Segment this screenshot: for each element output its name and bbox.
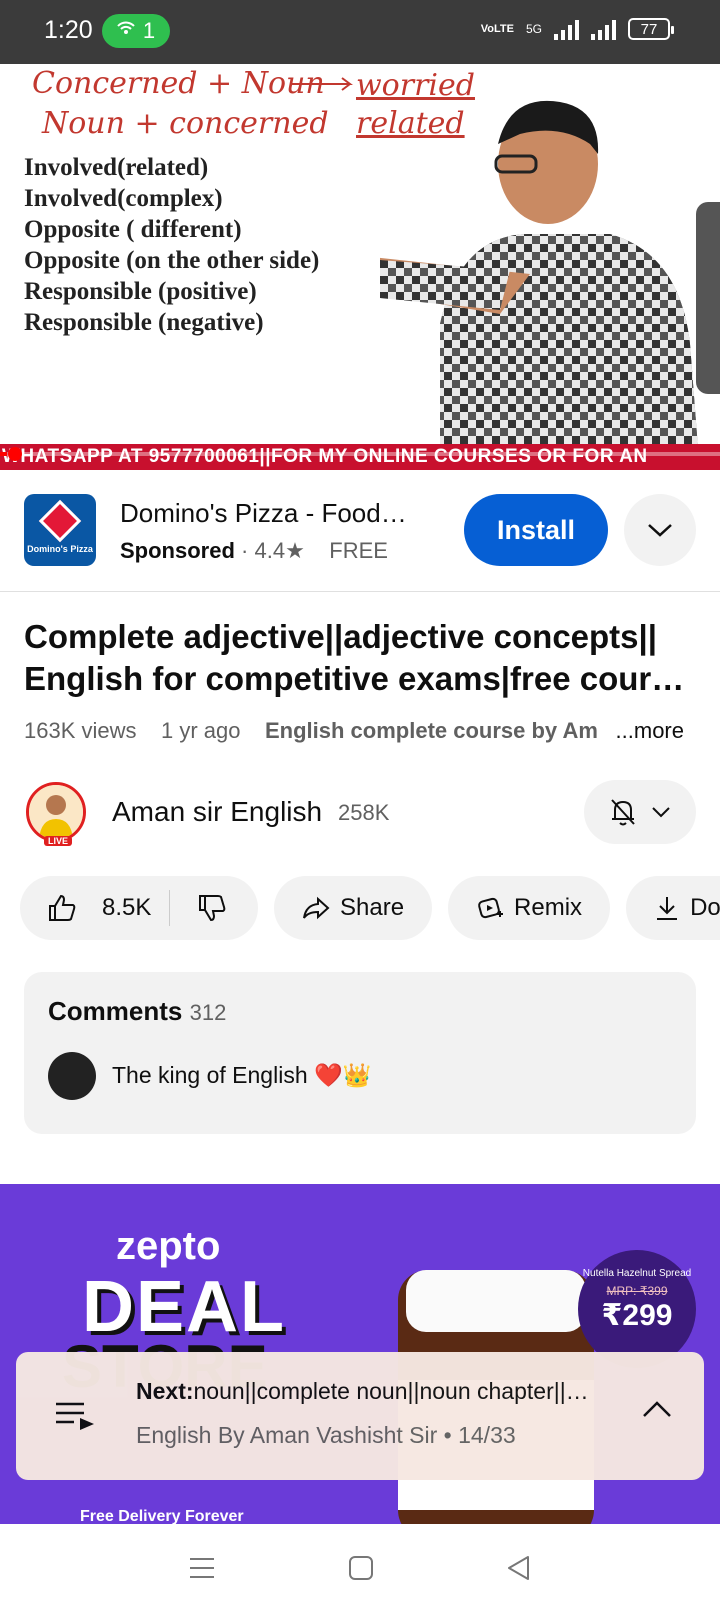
system-nav-bar (0, 1524, 720, 1612)
ad-rating: 4.4★ (254, 538, 305, 563)
thumbs-down-icon[interactable] (196, 892, 228, 924)
home-icon[interactable] (348, 1555, 374, 1581)
remix-button[interactable]: Remix (448, 876, 611, 940)
bell-off-icon (611, 799, 635, 826)
player-side-controls[interactable] (696, 202, 720, 394)
remix-icon (478, 897, 504, 919)
download-button[interactable]: Dow (626, 876, 720, 940)
more-link[interactable]: ...more (609, 718, 684, 744)
thumbs-up-icon[interactable] (46, 892, 78, 924)
board-line: Responsible (negative) (24, 309, 264, 336)
hotspot-icon (117, 18, 135, 44)
notification-button[interactable] (584, 780, 696, 844)
comments-header: Comments 312 (48, 996, 226, 1027)
video-scrubber[interactable] (8, 447, 22, 461)
top-comment: The king of English ❤️👑 (112, 1062, 372, 1088)
view-count: 163K views (24, 718, 137, 743)
comments-count: 312 (189, 1000, 227, 1025)
live-badge: LIVE (44, 836, 73, 846)
avatar-image (29, 785, 83, 839)
jar-lid (406, 1270, 586, 1332)
next-up-title: Next:noun||complete noun||noun chapter||… (136, 1378, 616, 1405)
screen: 1:20 1 VoLTE 5G 77 Concerned + Noun Noun… (0, 0, 720, 1612)
recent-apps-icon[interactable] (188, 1556, 216, 1580)
share-button[interactable]: Share (274, 876, 433, 940)
board-line: Opposite ( different) (24, 216, 242, 243)
upload-age: 1 yr ago (161, 718, 241, 743)
board-line: Responsible (positive) (24, 278, 257, 305)
zepto-logo: zepto (116, 1224, 221, 1268)
next-up-video-title: noun||complete noun||noun chapter||… (193, 1378, 589, 1404)
download-icon (657, 897, 678, 920)
signal-icon (554, 18, 579, 40)
like-dislike-group: 8.5K (20, 876, 258, 940)
hotspot-indicator: 1 (102, 14, 170, 48)
ad-meta: Sponsored · 4.4★ FREE (120, 538, 388, 563)
playlist-icon (56, 1402, 94, 1430)
video-tag: English complete course by Am (264, 718, 598, 743)
download-label: Dow (690, 894, 720, 921)
like-count[interactable]: 8.5K (102, 894, 151, 922)
teacher-figure (380, 100, 700, 470)
back-icon[interactable] (506, 1555, 532, 1581)
chevron-down-icon (648, 524, 672, 537)
status-time: 1:20 (44, 16, 93, 44)
subscriber-count: 258K (338, 800, 390, 825)
channel-avatar[interactable] (26, 782, 86, 842)
video-player[interactable]: Concerned + Noun Noun + concerned worrie… (0, 64, 720, 470)
ad-title: Domino's Pizza - Food… (120, 498, 407, 528)
signal-icon-2 (591, 18, 616, 40)
price-badge: Nutella Hazelnut Spread MRP: ₹399 ₹299 (578, 1250, 696, 1368)
next-up-prefix: Next: (136, 1378, 194, 1404)
commenter-avatar (48, 1052, 96, 1100)
comments-card[interactable]: Comments 312 The king of English ❤️👑 (24, 972, 696, 1134)
battery-level: 77 (640, 20, 658, 38)
chevron-down-icon (652, 807, 670, 818)
channel-name[interactable]: Aman sir English (112, 796, 322, 828)
video-progress-bar[interactable] (0, 447, 720, 461)
action-bar: 8.5K Share Remix Dow (20, 876, 720, 940)
product-name: Nutella Hazelnut Spread (582, 1268, 692, 1279)
chevron-up-icon[interactable] (640, 1398, 674, 1422)
ad-logo-text: Domino's Pizza (27, 544, 93, 554)
board-line: Opposite (on the other side) (24, 247, 320, 274)
share-icon (303, 896, 330, 920)
next-up-bar[interactable]: Next:noun||complete noun||noun chapter||… (16, 1352, 704, 1480)
network-label: 5G (525, 22, 542, 36)
battery-icon: 77 (628, 18, 674, 40)
sponsored-ad[interactable]: Domino's Pizza Domino's Pizza - Food… Sp… (0, 470, 720, 592)
handwriting-2: Noun + concerned (42, 106, 329, 141)
remix-label: Remix (514, 894, 583, 921)
product-price: ₹299 (601, 1299, 673, 1332)
volte-label: VoLTE (480, 23, 514, 35)
divider (169, 890, 171, 926)
product-mrp: MRP: ₹399 (606, 1284, 668, 1298)
dominos-logo-icon (38, 499, 82, 543)
board-text: Involved(related) Involved(complex) Oppo… (24, 152, 319, 338)
share-label: Share (340, 894, 405, 921)
ad-app-icon: Domino's Pizza (24, 494, 96, 566)
free-delivery-text: Free Delivery Forever (80, 1508, 244, 1524)
ad-expand-button[interactable] (624, 494, 696, 566)
video-meta[interactable]: 163K views 1 yr ago English complete cou… (24, 718, 684, 744)
board-line: Involved(related) (24, 154, 209, 181)
board-line: Involved(complex) (24, 185, 223, 212)
next-up-subtitle: English By Aman Vashisht Sir • 14/33 (136, 1422, 516, 1448)
ad-price: FREE (329, 538, 388, 563)
status-bar: 1:20 1 VoLTE 5G 77 (0, 0, 720, 64)
install-button[interactable]: Install (464, 494, 608, 566)
hotspot-count: 1 (142, 18, 156, 43)
video-ticker: WHATSAPP AT 9577700061||FOR MY ONLINE CO… (0, 444, 720, 470)
video-progress-fill (0, 452, 8, 456)
ad-sponsored-label: Sponsored (120, 538, 235, 563)
status-icons: VoLTE 5G 77 (480, 18, 674, 40)
comments-label: Comments (48, 996, 183, 1026)
video-title[interactable]: Complete adjective||adjective concepts||… (24, 616, 704, 700)
